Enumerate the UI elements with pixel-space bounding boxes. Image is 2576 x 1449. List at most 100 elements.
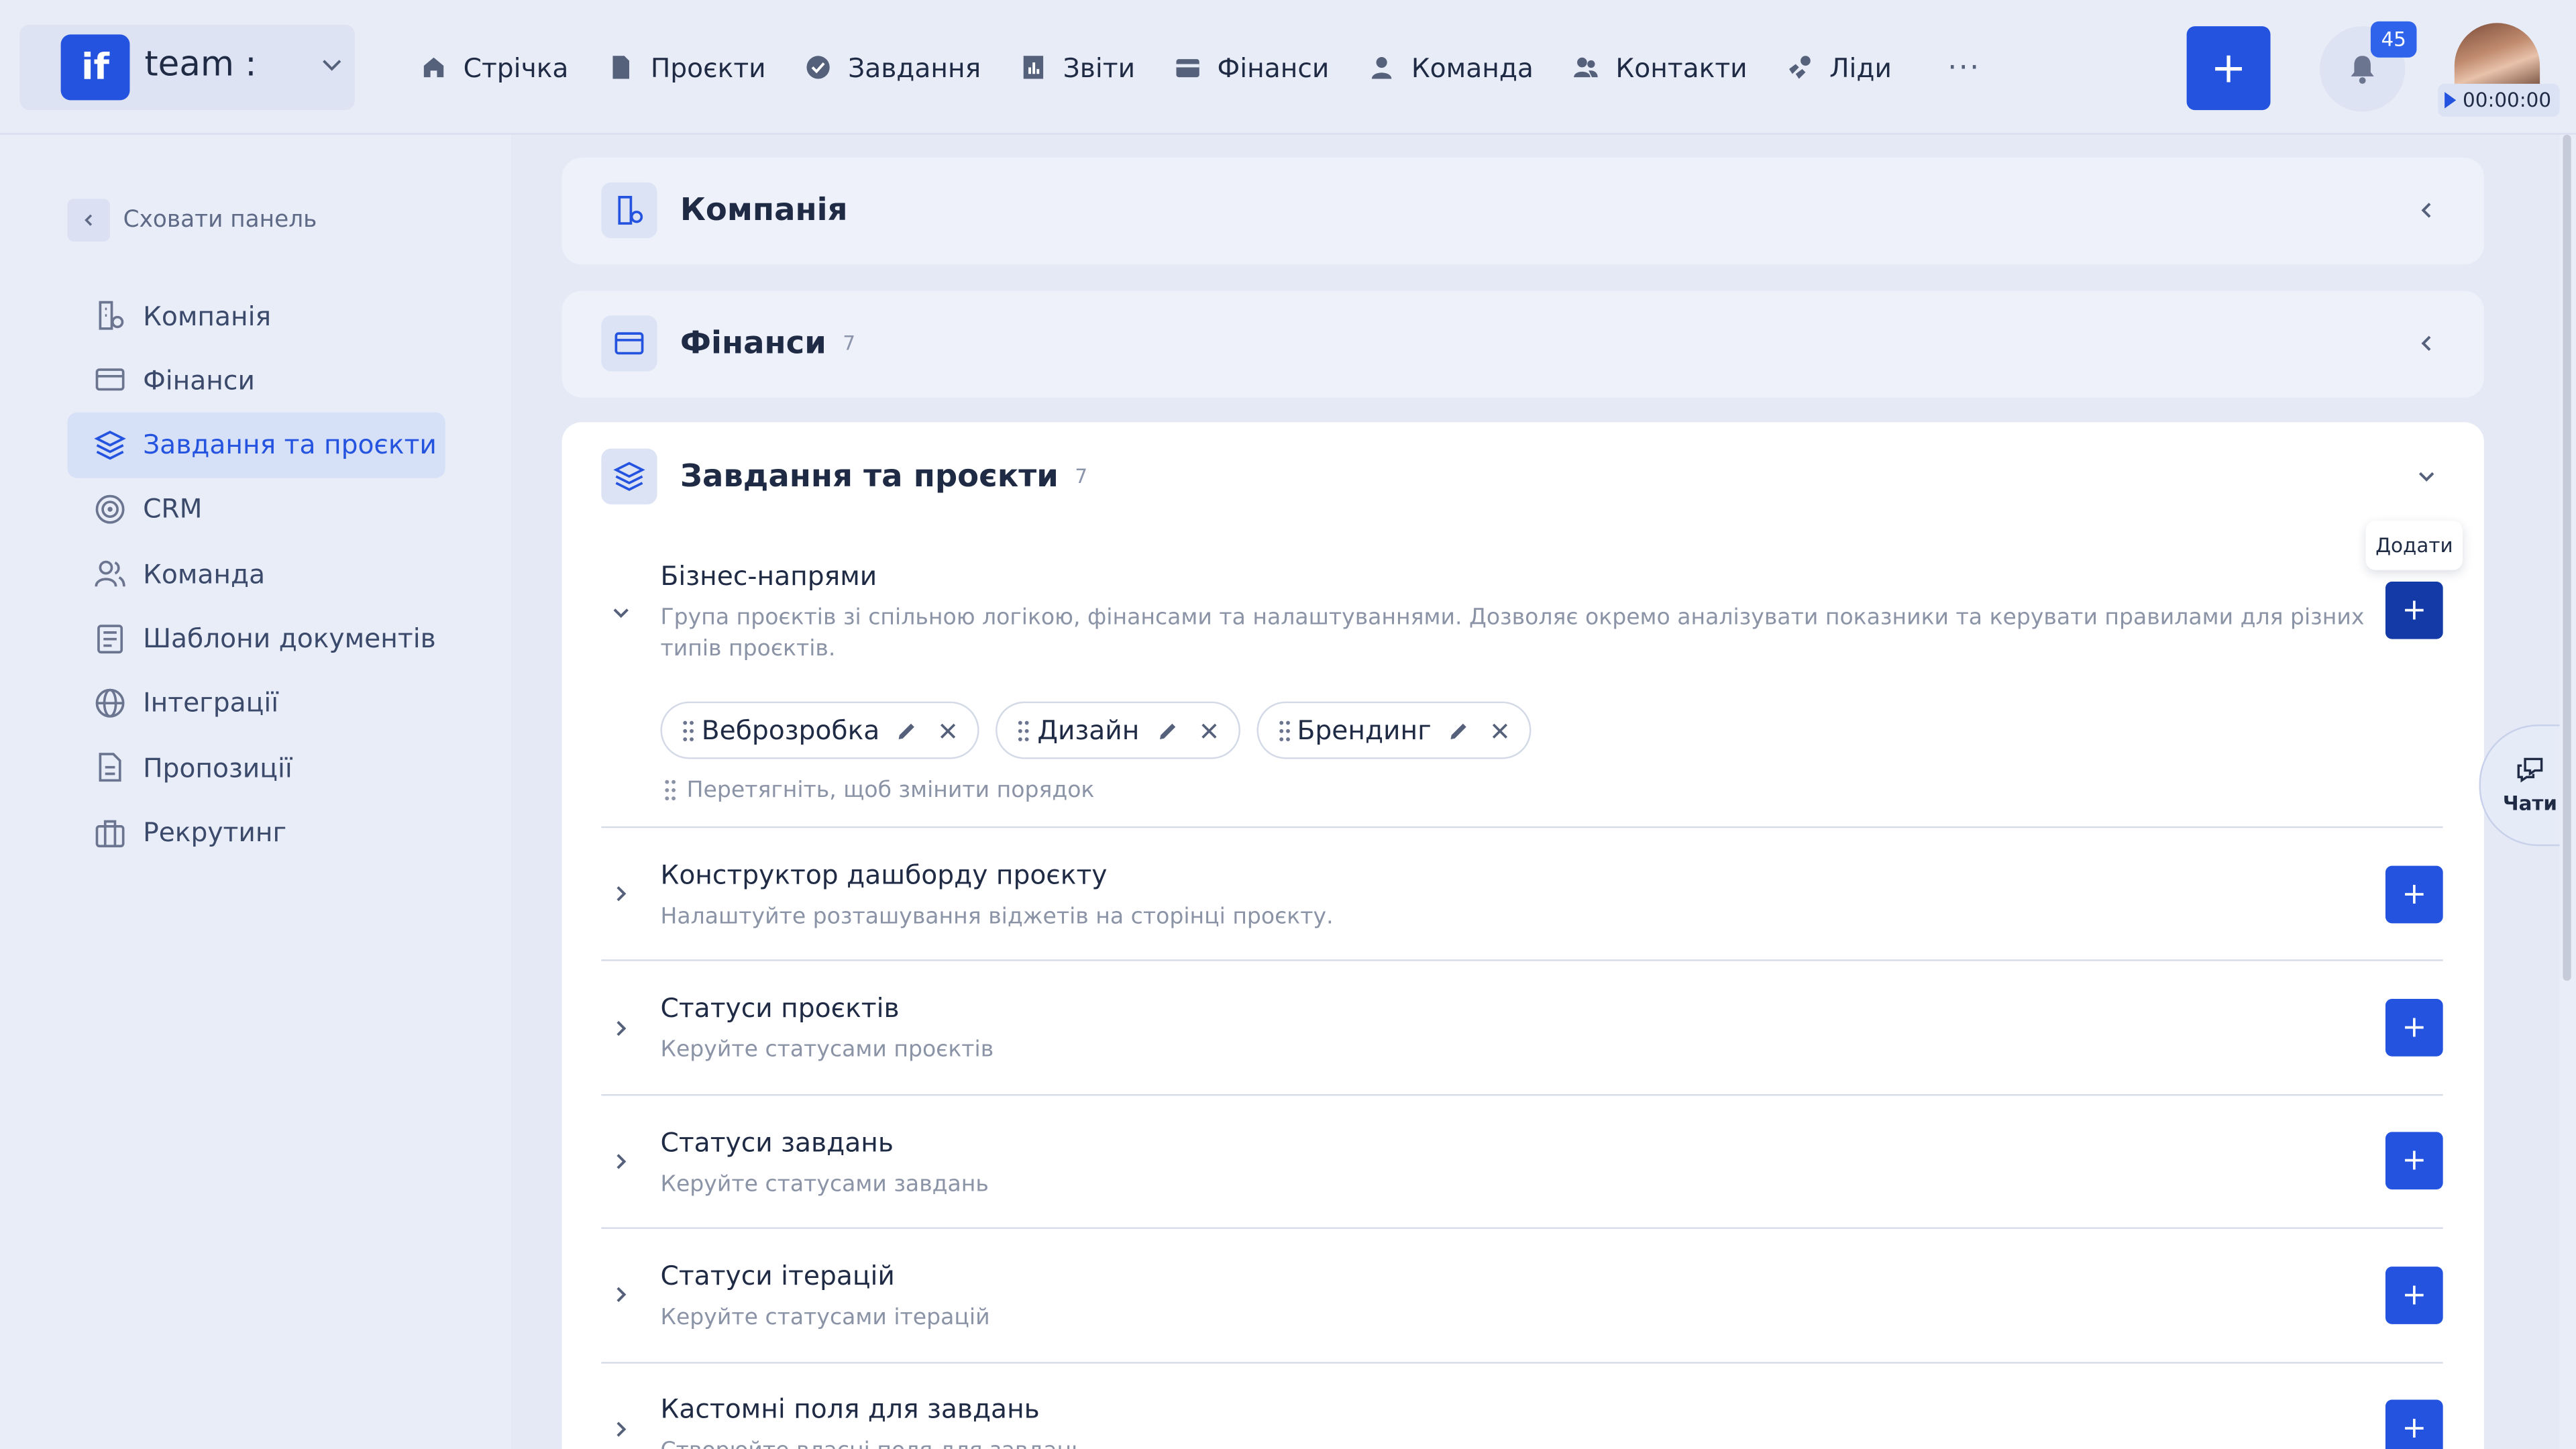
chevron-down-icon[interactable] (608, 600, 634, 626)
document-template-icon (97, 624, 123, 653)
close-icon[interactable] (938, 720, 958, 740)
chevron-left-icon (67, 199, 111, 242)
sidebar-item-recruiting[interactable]: Рекрутинг (67, 799, 445, 865)
section-divider (601, 826, 2443, 828)
section-description: Керуйте статусами завдань (660, 1171, 989, 1198)
sidebar-item-proposals[interactable]: Пропозиції (67, 735, 445, 800)
chevron-down-icon[interactable] (2415, 465, 2438, 488)
nav-item-contacts[interactable]: Контакти (1573, 40, 1748, 95)
report-icon (1023, 56, 1044, 79)
finance-card-title: Фінанси (680, 325, 826, 362)
tag-item[interactable]: Брендинг (1256, 701, 1532, 759)
nav-item-finance[interactable]: Фінанси (1175, 40, 1329, 95)
global-add-button[interactable]: + (2186, 26, 2271, 111)
section-iteration-statuses: Статуси ітерацій Керуйте статусами ітера… (601, 1260, 2443, 1358)
company-settings-icon (601, 182, 657, 239)
settings-sidebar: Сховати панель Компанія Фінанси Завдання… (0, 134, 511, 1449)
close-icon[interactable] (1491, 720, 1510, 740)
nav-item-reports[interactable]: Звіти (1020, 40, 1135, 95)
chevron-down-icon (323, 60, 341, 71)
sidebar-list: Компанія Фінанси Завдання та проєкти CRM… (67, 282, 445, 863)
section-divider (601, 959, 2443, 961)
credit-card-icon (601, 315, 657, 372)
pencil-icon[interactable] (1156, 718, 1179, 741)
nav-item-label: Звіти (1063, 52, 1136, 83)
chevron-right-icon[interactable] (608, 881, 634, 907)
close-icon[interactable] (1199, 720, 1218, 740)
chevron-right-icon[interactable] (608, 1416, 634, 1442)
drag-handle-icon[interactable] (1277, 718, 1291, 741)
sidebar-item-finance[interactable]: Фінанси (67, 347, 445, 413)
user-icon (1372, 56, 1392, 79)
nav-item-projects[interactable]: Проєкти (608, 40, 766, 95)
section-description: Керуйте статусами ітерацій (660, 1304, 990, 1331)
sidebar-item-document-templates[interactable]: Шаблони документів (67, 606, 445, 672)
finance-card-header: Фінанси 7 (601, 315, 856, 372)
sidebar-item-integrations[interactable]: Інтеграції (67, 670, 445, 736)
section-description: Налаштуйте розташування віджетів на стор… (660, 903, 1334, 930)
drag-hint-label: Перетягніть, щоб змінити порядок (686, 777, 1095, 804)
nav-item-tasks[interactable]: Завдання (805, 40, 981, 95)
section-divider (601, 1227, 2443, 1229)
chevron-left-icon[interactable] (2415, 199, 2438, 221)
pencil-icon[interactable] (896, 718, 919, 741)
sidebar-item-label: Команда (143, 558, 266, 590)
pencil-icon[interactable] (1448, 718, 1470, 741)
section-description: Група проєктів зі спільною логікою, фіна… (660, 604, 2365, 662)
play-icon (2445, 92, 2457, 109)
time-tracker[interactable]: 00:00:00 (2438, 83, 2560, 117)
chevron-left-icon[interactable] (2415, 332, 2438, 355)
main-nav: Стрічка Проєкти Завдання Звіти Фінанси К… (421, 40, 1981, 95)
drag-handle-icon (665, 780, 676, 801)
section-title: Статуси завдань (660, 1127, 894, 1159)
section-description: Керуйте статусами проєктів (660, 1036, 994, 1063)
tasks-projects-card-title: Завдання та проєкти (680, 458, 1059, 495)
layers-icon (94, 430, 126, 460)
page-scrollbar[interactable] (2559, 134, 2576, 1449)
add-iteration-status-button[interactable]: + (2385, 1267, 2443, 1324)
finance-card-count: 7 (843, 331, 856, 355)
drag-handle-icon[interactable] (682, 718, 695, 741)
chevron-right-icon[interactable] (608, 1148, 634, 1175)
hide-panel-label: Сховати панель (123, 207, 317, 233)
briefcase-icon (95, 819, 125, 847)
scrollbar-thumb[interactable] (2563, 134, 2571, 981)
sidebar-item-tasks-projects[interactable]: Завдання та проєкти (67, 411, 445, 478)
chevron-right-icon[interactable] (608, 1015, 634, 1041)
nav-item-team[interactable]: Команда (1368, 40, 1534, 95)
sidebar-item-team[interactable]: Команда (67, 541, 445, 606)
finance-card[interactable]: Фінанси 7 (561, 290, 2484, 398)
chat-icon (2517, 757, 2543, 783)
company-card[interactable]: Компанія (561, 158, 2484, 265)
section-title: Статуси ітерацій (660, 1260, 895, 1291)
sidebar-item-company[interactable]: Компанія (67, 282, 445, 348)
section-description: Створюйте власні поля для завдань (660, 1436, 1084, 1449)
nav-item-leads[interactable]: Ліди (1786, 40, 1892, 95)
drag-handle-icon[interactable] (1018, 718, 1031, 741)
chevron-right-icon[interactable] (608, 1281, 634, 1307)
add-business-direction-button[interactable]: + (2385, 581, 2443, 639)
tasks-projects-card-header[interactable]: Завдання та проєкти 7 (601, 448, 1087, 504)
sidebar-item-label: Компанія (143, 299, 272, 331)
sidebar-item-crm[interactable]: CRM (67, 476, 445, 542)
nav-item-label: Стрічка (463, 52, 569, 83)
nav-item-feed[interactable]: Стрічка (421, 40, 568, 95)
nav-more-button[interactable]: ··· (1947, 50, 1980, 85)
section-title: Кастомні поля для завдань (660, 1393, 1040, 1425)
add-project-status-button[interactable]: + (2385, 998, 2443, 1057)
tag-item[interactable]: Веброзробка (660, 701, 980, 759)
workspace-switcher[interactable]: if team : (19, 24, 355, 111)
add-custom-field-button[interactable]: + (2385, 1399, 2443, 1449)
sidebar-item-label: Рекрутинг (143, 816, 287, 848)
add-dashboard-widget-button[interactable]: + (2385, 865, 2443, 924)
tag-item[interactable]: Дизайн (996, 701, 1240, 759)
section-title: Бізнес-напрями (660, 560, 877, 592)
add-task-status-button[interactable]: + (2385, 1132, 2443, 1190)
hide-panel-button[interactable]: Сховати панель (67, 199, 317, 242)
workspace-logo: if (60, 34, 130, 101)
settings-main: Компанія Фінанси 7 Завдання та проєкти 7… (511, 134, 2576, 1449)
nav-item-label: Проєкти (650, 52, 766, 83)
globe-icon (95, 688, 125, 718)
nav-item-label: Команда (1411, 52, 1534, 83)
layers-icon (601, 448, 657, 504)
